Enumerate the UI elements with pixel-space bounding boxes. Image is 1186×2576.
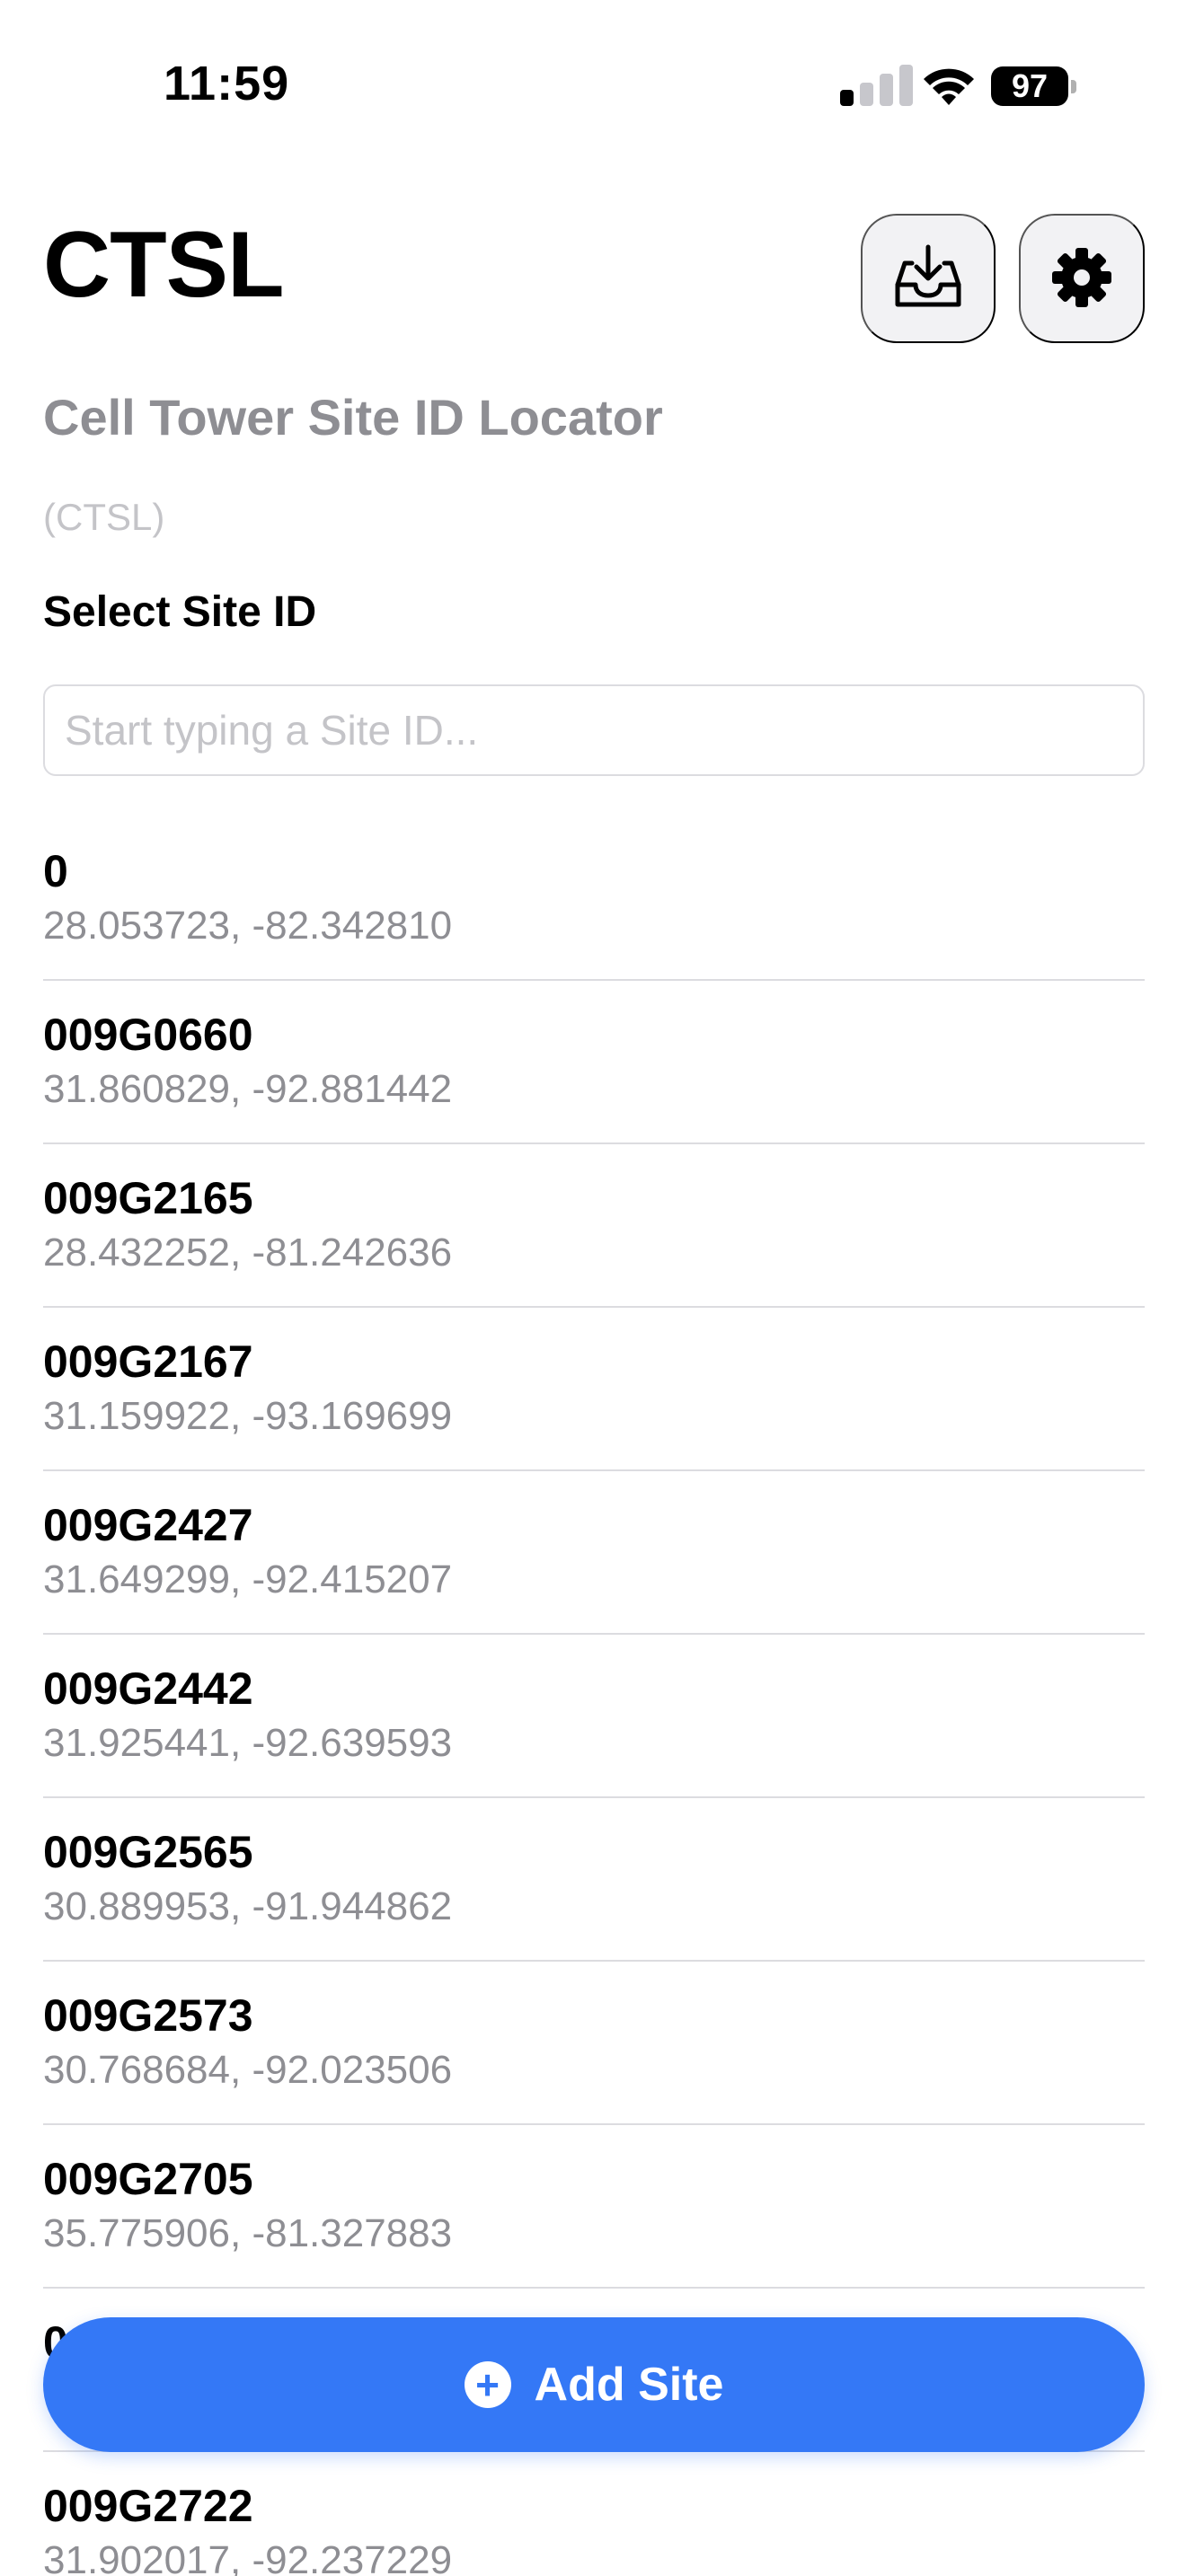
site-id: 009G0660 <box>43 1010 253 1060</box>
select-site-label: Select Site ID <box>43 588 317 636</box>
screen: 11:59 97 CTSL Cell Tower Site ID Locator… <box>0 0 1186 2576</box>
app-abbreviation: (CTSL) <box>43 496 165 538</box>
site-id: 009G2165 <box>43 1173 253 1223</box>
add-site-label: Add Site <box>534 2359 724 2411</box>
site-id: 009G2442 <box>43 1663 253 1714</box>
settings-button[interactable] <box>1019 214 1145 343</box>
list-item[interactable]: 009G2442 31.925441, -92.639593 <box>43 1635 1145 1798</box>
wifi-icon <box>920 63 978 108</box>
site-coordinates: 31.925441, -92.639593 <box>43 1720 453 1765</box>
site-id: 009G2565 <box>43 1827 253 1877</box>
site-id: 009G2167 <box>43 1337 253 1387</box>
cellular-signal-icon <box>840 65 916 106</box>
list-item[interactable]: 009G2705 35.775906, -81.327883 <box>43 2125 1145 2289</box>
site-coordinates: 30.768684, -92.023506 <box>43 2047 453 2092</box>
tray-download-icon <box>892 242 964 316</box>
site-coordinates: 35.775906, -81.327883 <box>43 2210 453 2255</box>
site-id: 009G2722 <box>43 2481 253 2531</box>
site-list: 0 28.053723, -82.342810 009G0660 31.8608… <box>43 817 1145 2576</box>
site-id: 0 <box>43 846 68 896</box>
site-id: 009G2427 <box>43 1500 253 1550</box>
list-item[interactable]: 009G2565 30.889953, -91.944862 <box>43 1798 1145 1962</box>
gear-icon <box>1050 246 1113 312</box>
site-coordinates: 31.860829, -92.881442 <box>43 1066 453 1111</box>
site-coordinates: 31.902017, -92.237229 <box>43 2537 453 2576</box>
site-coordinates: 30.889953, -91.944862 <box>43 1883 453 1928</box>
battery-level: 97 <box>991 66 1068 106</box>
list-item[interactable]: 009G2165 28.432252, -81.242636 <box>43 1144 1145 1308</box>
site-coordinates: 31.159922, -93.169699 <box>43 1393 453 1438</box>
list-item[interactable]: 009G2167 31.159922, -93.169699 <box>43 1308 1145 1471</box>
status-bar: 11:59 97 <box>0 0 1186 171</box>
app-subtitle: Cell Tower Site ID Locator <box>43 389 663 446</box>
site-coordinates: 28.432252, -81.242636 <box>43 1230 453 1275</box>
page-title: CTSL <box>43 213 285 317</box>
list-item[interactable]: 009G2573 30.768684, -92.023506 <box>43 1962 1145 2125</box>
site-id: 009G2573 <box>43 1990 253 2041</box>
add-site-button[interactable]: + Add Site <box>43 2317 1145 2452</box>
status-time: 11:59 <box>164 57 290 110</box>
list-item[interactable]: 009G0660 31.860829, -92.881442 <box>43 981 1145 1144</box>
site-id: 009G2705 <box>43 2154 253 2204</box>
plus-circle-icon: + <box>464 2361 511 2408</box>
site-id-search-input[interactable] <box>43 684 1145 776</box>
site-coordinates: 31.649299, -92.415207 <box>43 1557 453 1601</box>
list-item[interactable]: 009G2427 31.649299, -92.415207 <box>43 1471 1145 1635</box>
list-item[interactable]: 009G2722 31.902017, -92.237229 <box>43 2452 1145 2576</box>
battery-icon: 97 <box>991 66 1077 106</box>
site-coordinates: 28.053723, -82.342810 <box>43 903 453 948</box>
import-button[interactable] <box>861 214 996 343</box>
list-item[interactable]: 0 28.053723, -82.342810 <box>43 817 1145 981</box>
